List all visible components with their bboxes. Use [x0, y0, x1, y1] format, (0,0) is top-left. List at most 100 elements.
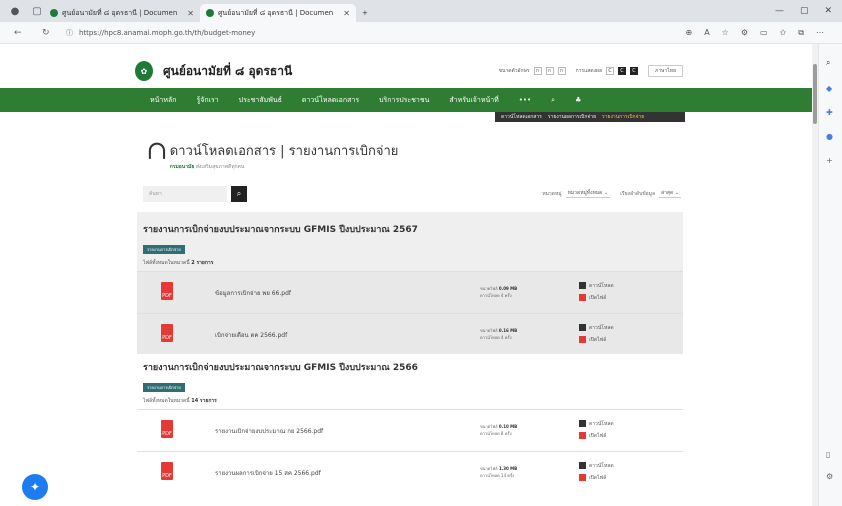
search-icon[interactable]: ⌕ — [551, 96, 555, 105]
pdf-file-icon: PDF — [161, 462, 173, 480]
language-select[interactable]: ภาษาไทย — [648, 65, 683, 77]
nav-staff[interactable]: สำหรับเจ้าหน้าที่ — [449, 95, 498, 106]
tab-actions-icon[interactable]: ▢ — [30, 4, 44, 18]
download-icon — [579, 462, 586, 469]
site-info-icon[interactable]: ⓘ — [66, 28, 73, 38]
zoom-icon[interactable]: ⊕ — [685, 28, 692, 38]
breadcrumb-item[interactable]: รายงานผลการเบิกจ่าย — [548, 113, 596, 121]
collections-icon[interactable]: ⧉ — [798, 28, 804, 38]
browser-tab-active[interactable]: ศูนย์อนามัยที่ ๘ อุดรธานี | Documen ✕ — [199, 4, 356, 22]
font-large-button[interactable]: ก — [557, 67, 566, 75]
section-title: รายงานการเบิกจ่ายงบประมาณจากระบบ GFMIS ป… — [143, 225, 418, 235]
pdf-file-icon: PDF — [161, 420, 173, 438]
contrast-label: การแสดงผล — [575, 68, 603, 74]
new-tab-button[interactable]: + — [356, 4, 374, 22]
sitemap-icon[interactable]: ♣ — [575, 96, 581, 104]
download-button[interactable]: ดาวน์โหลด — [579, 280, 614, 292]
view-icon — [579, 336, 586, 343]
category-tag[interactable]: รายงานการเบิกจ่าย — [143, 383, 185, 392]
font-small-button[interactable]: ก — [533, 67, 542, 75]
nav-services[interactable]: บริการประชาชน — [379, 95, 429, 106]
nav-more[interactable]: ••• — [519, 96, 531, 104]
favorite-star-icon[interactable]: ☆ — [722, 28, 729, 38]
download-icon — [579, 282, 586, 289]
sort-select[interactable]: ล่าสุด ⌄ — [659, 189, 681, 198]
sidebar-add-icon[interactable]: + — [826, 156, 833, 165]
contrast-dark-button[interactable]: C — [618, 67, 627, 75]
nav-downloads[interactable]: ดาวน์โหลดเอกสาร — [302, 95, 359, 106]
sidebar-outlook-icon[interactable]: ● — [826, 132, 833, 141]
browser-tab-bar: ● ▢ ศูนย์อนามัยที่ ๘ อุดรธานี | Documen … — [0, 0, 842, 22]
view-icon — [579, 294, 586, 301]
file-count: ไฟล์ทั้งหมดในหมวดนี้ 2 รายการ — [143, 260, 214, 266]
breadcrumb: ดาวน์โหลดเอกสาร รายงานผลการเบิกจ่าย รายง… — [495, 112, 685, 122]
download-button[interactable]: ดาวน์โหลด — [579, 460, 614, 472]
more-icon[interactable]: ⋯ — [816, 28, 824, 38]
file-meta: ขนาดไฟล์ 1.30 MB ดาวน์โหลด 14 ครั้ง — [480, 466, 518, 478]
file-meta: ขนาดไฟล์ 0.10 MB ดาวน์โหลด 8 ครั้ง — [480, 424, 518, 436]
breadcrumb-item[interactable]: ดาวน์โหลดเอกสาร — [501, 113, 542, 121]
font-medium-button[interactable]: ก — [545, 67, 554, 75]
download-button[interactable]: ดาวน์โหลด — [579, 322, 614, 334]
view-icon — [579, 474, 586, 481]
main-navbar: หน้าหลัก รู้จักเรา ประชาสัมพันธ์ ดาวน์โห… — [0, 88, 818, 112]
page-subtitle: กรมอนามัย ส่งเสริมสุขภาพดีทุกคน — [169, 164, 245, 170]
maximize-button[interactable]: ▢ — [800, 6, 809, 16]
nav-about[interactable]: รู้จักเรา — [196, 95, 218, 106]
sidebar-search-icon[interactable]: ⌕ — [826, 58, 830, 68]
close-window-button[interactable]: ✕ — [824, 6, 832, 16]
sidebar-shopping-icon[interactable]: ◆ — [826, 84, 832, 93]
close-tab-icon[interactable]: ✕ — [187, 9, 194, 18]
contrast-yellow-button[interactable]: C — [630, 67, 639, 75]
category-select[interactable]: หมวดหมู่ทั้งหมด ⌄ — [565, 189, 611, 198]
download-button[interactable]: ดาวน์โหลด — [579, 418, 614, 430]
scrollbar-thumb[interactable] — [813, 64, 817, 124]
back-icon[interactable]: ← — [14, 28, 28, 38]
browser-tab[interactable]: ศูนย์อนามัยที่ ๘ อุดรธานี | Documen ✕ — [44, 4, 200, 22]
refresh-icon[interactable]: ↻ — [42, 28, 56, 38]
favorites-icon[interactable]: ✩ — [780, 28, 787, 38]
extension-icon[interactable]: ⚙ — [741, 28, 748, 38]
pdf-file-icon: PDF — [161, 282, 173, 300]
messenger-chat-button[interactable]: ✦ — [22, 474, 48, 500]
title-decoration: ∩ — [146, 136, 168, 166]
section-title: รายงานการเบิกจ่ายงบประมาณจากระบบ GFMIS ป… — [143, 363, 418, 373]
split-screen-icon[interactable]: ▭ — [760, 28, 768, 38]
download-icon — [579, 324, 586, 331]
file-meta: ขนาดไฟล์ 0.16 MB ดาวน์โหลด 4 ครั้ง — [480, 328, 518, 340]
browser-sidebar: ⌕ ◆ ✚ ● + ▯ ⚙ — [818, 44, 842, 506]
file-name[interactable]: ข้อมูลการเบิกจ่าย พย 66.pdf — [215, 288, 291, 298]
site-title[interactable]: ศูนย์อนามัยที่ ๘ อุดรธานี — [163, 62, 292, 81]
document-section: รายงานการเบิกจ่ายงบประมาณจากระบบ GFMIS ป… — [137, 212, 683, 355]
site-header: ✿ ศูนย์อนามัยที่ ๘ อุดรธานี ขนาดตัวอักษร… — [135, 56, 683, 86]
read-aloud-icon[interactable]: A — [704, 28, 709, 38]
category-tag[interactable]: รายงานการเบิกจ่าย — [143, 245, 185, 254]
nav-home[interactable]: หน้าหลัก — [150, 95, 176, 106]
file-meta: ขนาดไฟล์ 0.09 MB ดาวน์โหลด 4 ครั้ง — [480, 286, 518, 298]
file-name[interactable]: รายงานเบิกจ่ายงบประมาณ กย 2566.pdf — [215, 426, 323, 436]
sidebar-split-icon[interactable]: ▯ — [826, 450, 830, 459]
view-file-button[interactable]: เปิดไฟล์ — [579, 472, 614, 484]
site-favicon-icon — [50, 9, 58, 17]
file-name[interactable]: รายงานผลการเบิกจ่าย 15 สค 2566.pdf — [215, 468, 321, 478]
view-file-button[interactable]: เปิดไฟล์ — [579, 334, 614, 346]
messenger-icon: ✦ — [29, 480, 41, 494]
file-row: PDF เบิกจ่ายเดือน ตค 2566.pdf ขนาดไฟล์ 0… — [137, 313, 683, 355]
minimize-button[interactable]: — — [775, 6, 784, 16]
nav-news[interactable]: ประชาสัมพันธ์ — [239, 95, 282, 106]
sidebar-customize-icon[interactable]: ⚙ — [826, 472, 833, 481]
site-logo[interactable]: ✿ — [135, 61, 153, 81]
view-icon — [579, 432, 586, 439]
view-file-button[interactable]: เปิดไฟล์ — [579, 292, 614, 304]
tab-title: ศูนย์อนามัยที่ ๘ อุดรธานี | Documen — [62, 8, 178, 17]
close-tab-icon[interactable]: ✕ — [343, 9, 350, 18]
contrast-default-button[interactable]: C — [606, 67, 615, 75]
profile-icon[interactable]: ● — [8, 4, 22, 18]
search-button[interactable]: ⌕ — [231, 186, 247, 202]
sidebar-tools-icon[interactable]: ✚ — [826, 108, 833, 117]
file-name[interactable]: เบิกจ่ายเดือน ตค 2566.pdf — [215, 330, 287, 340]
url-field[interactable]: ⓘ https://hpc8.anamai.moph.go.th/th/budg… — [66, 28, 546, 38]
search-input[interactable]: ค้นหา — [143, 186, 227, 202]
view-file-button[interactable]: เปิดไฟล์ — [579, 430, 614, 442]
page-title: ดาวน์โหลดเอกสาร | รายงานการเบิกจ่าย — [169, 144, 399, 159]
